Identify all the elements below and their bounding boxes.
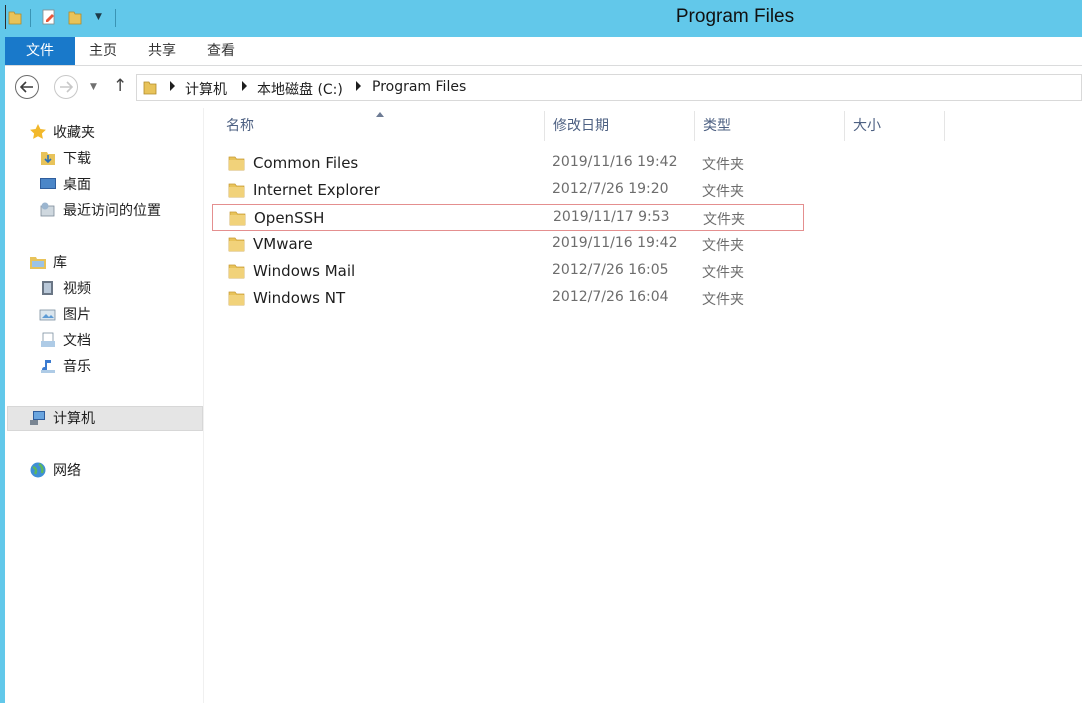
tab-home[interactable]: 主页 [89, 37, 117, 65]
folder-icon [228, 291, 245, 306]
nav-music-label: 音乐 [63, 359, 91, 375]
back-button[interactable] [15, 75, 39, 99]
library-icon [30, 257, 46, 269]
folder-icon [228, 264, 245, 279]
documents-library-icon [41, 332, 55, 347]
file-name: Internet Explorer [253, 181, 380, 199]
nav-documents[interactable]: 文档 [39, 328, 91, 352]
recent-locations-dropdown-icon[interactable]: ▼ [90, 82, 97, 92]
network-icon [30, 462, 46, 478]
arrow-right-icon [60, 81, 73, 93]
breadcrumb-computer[interactable]: 计算机 [185, 79, 227, 99]
nav-libraries[interactable]: 库 [29, 250, 67, 274]
nav-pictures[interactable]: 图片 [39, 302, 91, 326]
breadcrumb-program-files[interactable]: Program Files [372, 79, 466, 95]
nav-downloads-label: 下载 [63, 151, 91, 167]
up-button[interactable]: ↑ [113, 76, 127, 96]
download-folder-icon [41, 152, 55, 165]
nav-documents-label: 文档 [63, 333, 91, 349]
nav-favorites-label: 收藏夹 [53, 125, 95, 141]
nav-network-label: 网络 [53, 463, 81, 479]
arrow-left-icon [20, 81, 33, 93]
file-name: Common Files [253, 154, 359, 172]
file-type: 文件夹 [702, 157, 744, 173]
file-type: 文件夹 [703, 212, 745, 228]
file-modified: 2019/11/16 19:42 [552, 235, 678, 251]
recent-places-icon [40, 202, 55, 217]
window-title: Program Files [675, 6, 795, 27]
file-name: VMware [253, 235, 313, 253]
tab-share[interactable]: 共享 [148, 37, 176, 65]
breadcrumb-chevron-icon[interactable] [356, 81, 361, 91]
file-type: 文件夹 [702, 238, 744, 254]
file-modified: 2012/7/26 16:05 [552, 262, 669, 278]
column-header-size[interactable]: 大小 [845, 111, 945, 141]
folder-icon [228, 237, 245, 252]
file-row[interactable]: OpenSSH 2019/11/17 9:53 文件夹 [212, 204, 804, 231]
music-library-icon [41, 360, 55, 373]
tab-file[interactable]: 文件 [5, 37, 75, 65]
folder-icon [228, 183, 245, 198]
nav-desktop-label: 桌面 [63, 177, 91, 193]
file-row[interactable]: Windows Mail 2012/7/26 16:05 文件夹 [212, 258, 804, 285]
pictures-library-icon [39, 309, 56, 321]
nav-videos[interactable]: 视频 [39, 276, 91, 300]
properties-icon[interactable] [42, 9, 56, 25]
nav-desktop[interactable]: 桌面 [39, 172, 91, 196]
column-header-type[interactable]: 类型 [695, 111, 845, 141]
desktop-icon [40, 178, 56, 189]
nav-libraries-label: 库 [53, 255, 67, 271]
folder-icon [228, 156, 245, 171]
address-bar[interactable]: 计算机 本地磁盘 (C:) Program Files [136, 74, 1082, 101]
nav-computer[interactable]: 计算机 [29, 406, 95, 430]
forward-button[interactable] [54, 75, 78, 99]
title-bar: ▼ Program Files [0, 0, 1082, 37]
breadcrumb-local-disk[interactable]: 本地磁盘 (C:) [257, 79, 343, 99]
file-type: 文件夹 [702, 265, 744, 281]
file-row[interactable]: Windows NT 2012/7/26 16:04 文件夹 [212, 285, 804, 312]
breadcrumb-chevron-icon[interactable] [170, 81, 175, 91]
nav-computer-label: 计算机 [53, 411, 95, 427]
new-folder-icon[interactable] [68, 9, 82, 25]
file-name: OpenSSH [254, 209, 325, 227]
folder-icon [143, 81, 157, 95]
computer-icon [30, 411, 45, 425]
ribbon-tabs: 文件 主页 共享 查看 [5, 37, 1082, 66]
nav-pictures-label: 图片 [63, 307, 91, 323]
nav-favorites[interactable]: 收藏夹 [29, 120, 95, 144]
folder-icon [8, 11, 22, 25]
nav-recent-places-label: 最近访问的位置 [63, 203, 161, 219]
file-row[interactable]: Internet Explorer 2012/7/26 19:20 文件夹 [212, 177, 804, 204]
tab-view[interactable]: 查看 [207, 37, 235, 65]
file-modified: 2012/7/26 16:04 [552, 289, 669, 305]
sort-ascending-icon [376, 112, 384, 117]
qat-separator [115, 9, 116, 27]
file-type: 文件夹 [702, 184, 744, 200]
file-row[interactable]: Common Files 2019/11/16 19:42 文件夹 [212, 150, 804, 177]
nav-network[interactable]: 网络 [29, 458, 81, 482]
file-name: Windows Mail [253, 262, 356, 280]
nav-music[interactable]: 音乐 [39, 354, 91, 378]
folder-icon [229, 211, 246, 226]
qat-dropdown-icon[interactable]: ▼ [95, 12, 102, 22]
file-modified: 2019/11/16 19:42 [552, 154, 678, 170]
nav-videos-label: 视频 [63, 281, 91, 297]
video-library-icon [42, 281, 53, 295]
column-header-modified[interactable]: 修改日期 [545, 111, 695, 141]
nav-recent-places[interactable]: 最近访问的位置 [39, 198, 161, 222]
breadcrumb-chevron-icon[interactable] [242, 81, 247, 91]
file-row[interactable]: VMware 2019/11/16 19:42 文件夹 [212, 231, 804, 258]
file-modified: 2019/11/17 9:53 [553, 209, 670, 225]
navigation-pane: 收藏夹 下载 桌面 最近访问的位置 库 视频 图片 文档 音乐 计算机 网络 [5, 108, 204, 703]
file-name: Windows NT [253, 289, 346, 307]
file-modified: 2012/7/26 19:20 [552, 181, 669, 197]
star-icon [30, 124, 46, 139]
nav-downloads[interactable]: 下载 [39, 146, 91, 170]
qat-separator [30, 9, 31, 27]
file-type: 文件夹 [702, 292, 744, 308]
